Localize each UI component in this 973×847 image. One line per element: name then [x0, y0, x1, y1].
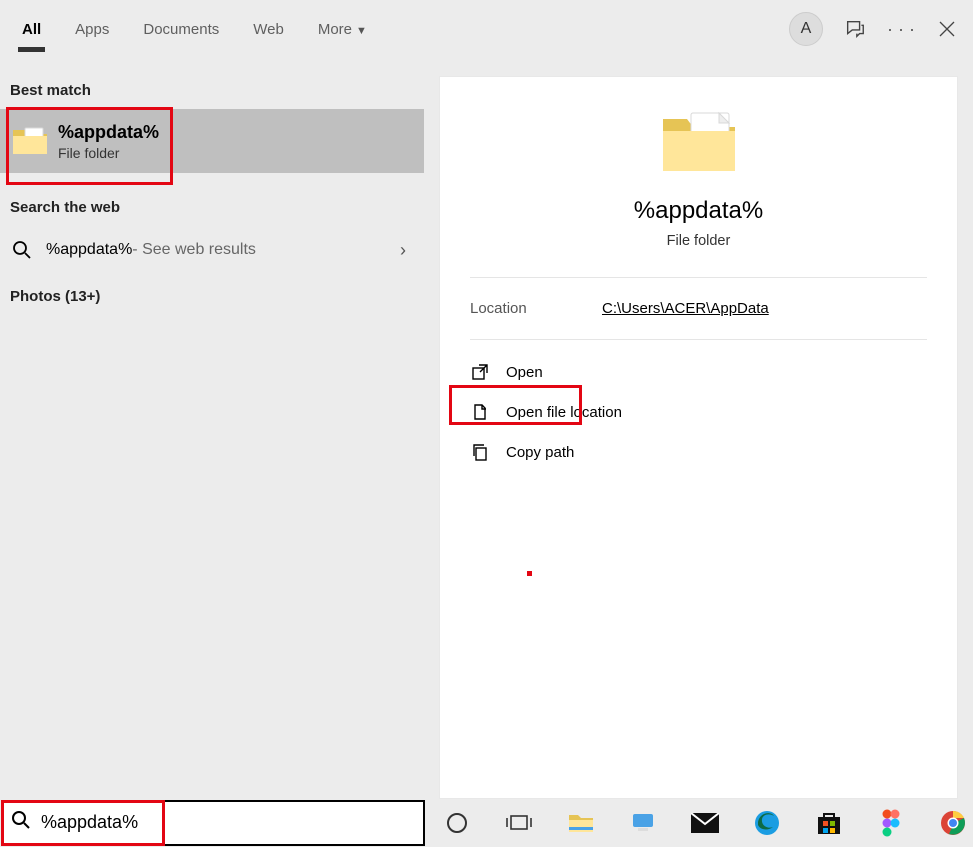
microsoft-store-icon[interactable] — [815, 809, 843, 837]
preview-title: %appdata% — [470, 197, 927, 225]
action-open-label: Open — [506, 364, 543, 381]
annotation-dot — [527, 571, 532, 576]
search-icon — [10, 238, 34, 262]
open-location-icon — [470, 402, 490, 422]
search-icon — [11, 810, 31, 835]
preview-card: %appdata% File folder Location C:\Users\… — [439, 76, 958, 799]
action-open-location-label: Open file location — [506, 404, 622, 421]
chevron-down-icon: ▼ — [356, 25, 367, 37]
tab-more-label: More — [318, 21, 352, 38]
mail-icon[interactable] — [691, 809, 719, 837]
web-result-item[interactable]: %appdata% - See web results › — [0, 226, 424, 274]
task-view-icon[interactable] — [505, 809, 533, 837]
best-match-text: %appdata% File folder — [58, 122, 159, 161]
content-area: Best match %appdata% File folder Search … — [0, 56, 973, 799]
feedback-icon[interactable] — [841, 15, 869, 43]
user-avatar[interactable]: A — [789, 12, 823, 46]
best-match-title: %appdata% — [58, 122, 159, 143]
taskbar-icons — [425, 809, 967, 837]
header-bar: All Apps Documents Web More ▼ A · · · — [0, 0, 973, 56]
chrome-icon[interactable] — [939, 809, 967, 837]
taskbar — [0, 799, 973, 847]
settings-shortcut-icon[interactable] — [629, 809, 657, 837]
photos-heading[interactable]: Photos (13+) — [0, 274, 424, 319]
tab-documents[interactable]: Documents — [135, 5, 227, 52]
search-web-heading: Search the web — [0, 173, 424, 226]
location-label: Location — [470, 300, 602, 317]
best-match-subtitle: File folder — [58, 145, 159, 161]
tab-more[interactable]: More ▼ — [310, 5, 375, 52]
action-open-location[interactable]: Open file location — [470, 392, 927, 432]
tab-apps[interactable]: Apps — [67, 5, 117, 52]
preview-subtitle: File folder — [470, 233, 927, 249]
action-copy-path-label: Copy path — [506, 444, 574, 461]
file-explorer-icon[interactable] — [567, 809, 595, 837]
cortana-icon[interactable] — [443, 809, 471, 837]
best-match-heading: Best match — [0, 56, 424, 109]
search-input-wrap[interactable] — [1, 800, 425, 846]
best-match-result[interactable]: %appdata% File folder — [0, 109, 424, 173]
edge-icon[interactable] — [753, 809, 781, 837]
action-open[interactable]: Open — [470, 352, 927, 392]
chevron-right-icon: › — [400, 240, 406, 261]
figma-icon[interactable] — [877, 809, 905, 837]
search-input[interactable] — [41, 812, 415, 833]
folder-large-icon — [470, 105, 927, 179]
action-copy-path[interactable]: Copy path — [470, 432, 927, 472]
copy-icon — [470, 442, 490, 462]
header-controls: A · · · — [789, 12, 961, 46]
more-options-icon[interactable]: · · · — [887, 15, 915, 43]
location-row: Location C:\Users\ACER\AppData — [470, 278, 927, 339]
folder-icon — [10, 121, 50, 161]
tab-all[interactable]: All — [14, 5, 49, 52]
tab-web[interactable]: Web — [245, 5, 292, 52]
open-icon — [470, 362, 490, 382]
web-result-suffix: - See web results — [132, 241, 256, 259]
location-path[interactable]: C:\Users\ACER\AppData — [602, 300, 769, 317]
results-pane: Best match %appdata% File folder Search … — [0, 56, 424, 799]
preview-pane: %appdata% File folder Location C:\Users\… — [424, 56, 973, 799]
tab-row: All Apps Documents Web More ▼ — [14, 5, 375, 52]
close-icon[interactable] — [933, 15, 961, 43]
web-result-query: %appdata% — [46, 241, 132, 259]
